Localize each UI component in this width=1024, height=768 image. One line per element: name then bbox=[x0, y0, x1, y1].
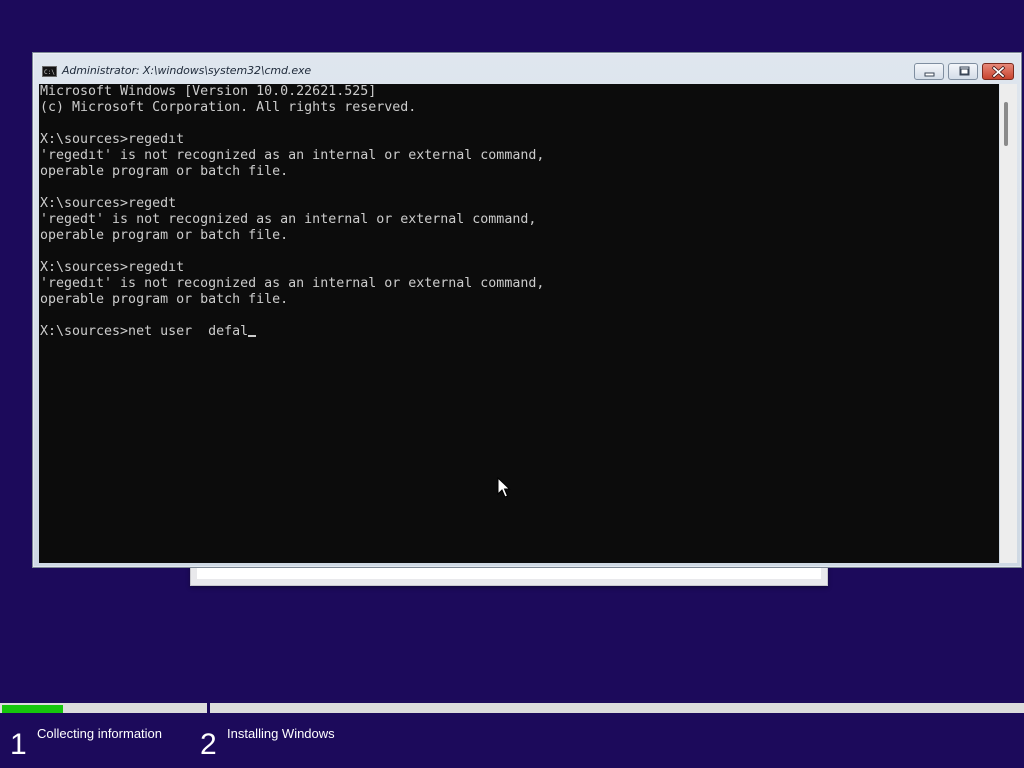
console-input-line[interactable]: X:\sources>net user defal bbox=[40, 324, 544, 340]
scrollbar-thumb[interactable] bbox=[1004, 102, 1008, 146]
title-bar[interactable]: C:\ Administrator: X:\windows\system32\c… bbox=[33, 53, 1021, 84]
console-line: operable program or batch file. bbox=[40, 292, 289, 307]
command-input[interactable]: X:\sources>net user defal bbox=[40, 324, 248, 339]
setup-progress-bar bbox=[0, 703, 1024, 713]
text-cursor bbox=[248, 335, 257, 337]
progress-step-divider bbox=[207, 703, 210, 713]
step-number: 1 bbox=[10, 728, 27, 761]
restore-icon bbox=[959, 66, 970, 76]
console-line: X:\sources>regedt bbox=[40, 196, 177, 211]
console-line: X:\sources>regedıt bbox=[40, 260, 185, 275]
window-title: Administrator: X:\windows\system32\cmd.e… bbox=[62, 64, 312, 77]
console-text: Microsoft Windows [Version 10.0.22621.52… bbox=[40, 84, 544, 340]
close-icon bbox=[991, 65, 1006, 79]
console-line: (c) Microsoft Corporation. All rights re… bbox=[40, 100, 417, 115]
step-number: 2 bbox=[200, 728, 217, 761]
console-line: Microsoft Windows [Version 10.0.22621.52… bbox=[40, 84, 377, 99]
vertical-scrollbar[interactable] bbox=[1000, 84, 1017, 563]
console-line: operable program or batch file. bbox=[40, 164, 289, 179]
console-line: 'regedıt' is not recognized as an intern… bbox=[40, 148, 545, 163]
console-line: 'regedıt' is not recognized as an intern… bbox=[40, 276, 545, 291]
maximize-button[interactable] bbox=[948, 63, 978, 80]
console-line: 'regedt' is not recognized as an interna… bbox=[40, 212, 537, 227]
mouse-pointer-icon bbox=[497, 477, 511, 498]
console-line: operable program or batch file. bbox=[40, 228, 289, 243]
cmd-window[interactable]: C:\ Administrator: X:\windows\system32\c… bbox=[32, 52, 1022, 568]
setup-progress-fill bbox=[2, 705, 63, 713]
step-label: Collecting information bbox=[37, 726, 163, 741]
close-button[interactable] bbox=[982, 63, 1014, 80]
minimize-button[interactable] bbox=[914, 63, 944, 80]
cmd-icon: C:\ bbox=[42, 66, 57, 77]
console-output[interactable]: Microsoft Windows [Version 10.0.22621.52… bbox=[39, 84, 999, 563]
minimize-icon bbox=[924, 72, 935, 77]
console-line: X:\sources>regedıt bbox=[40, 132, 185, 147]
svg-text:C:\: C:\ bbox=[44, 69, 55, 75]
step-label: Installing Windows bbox=[227, 726, 335, 741]
